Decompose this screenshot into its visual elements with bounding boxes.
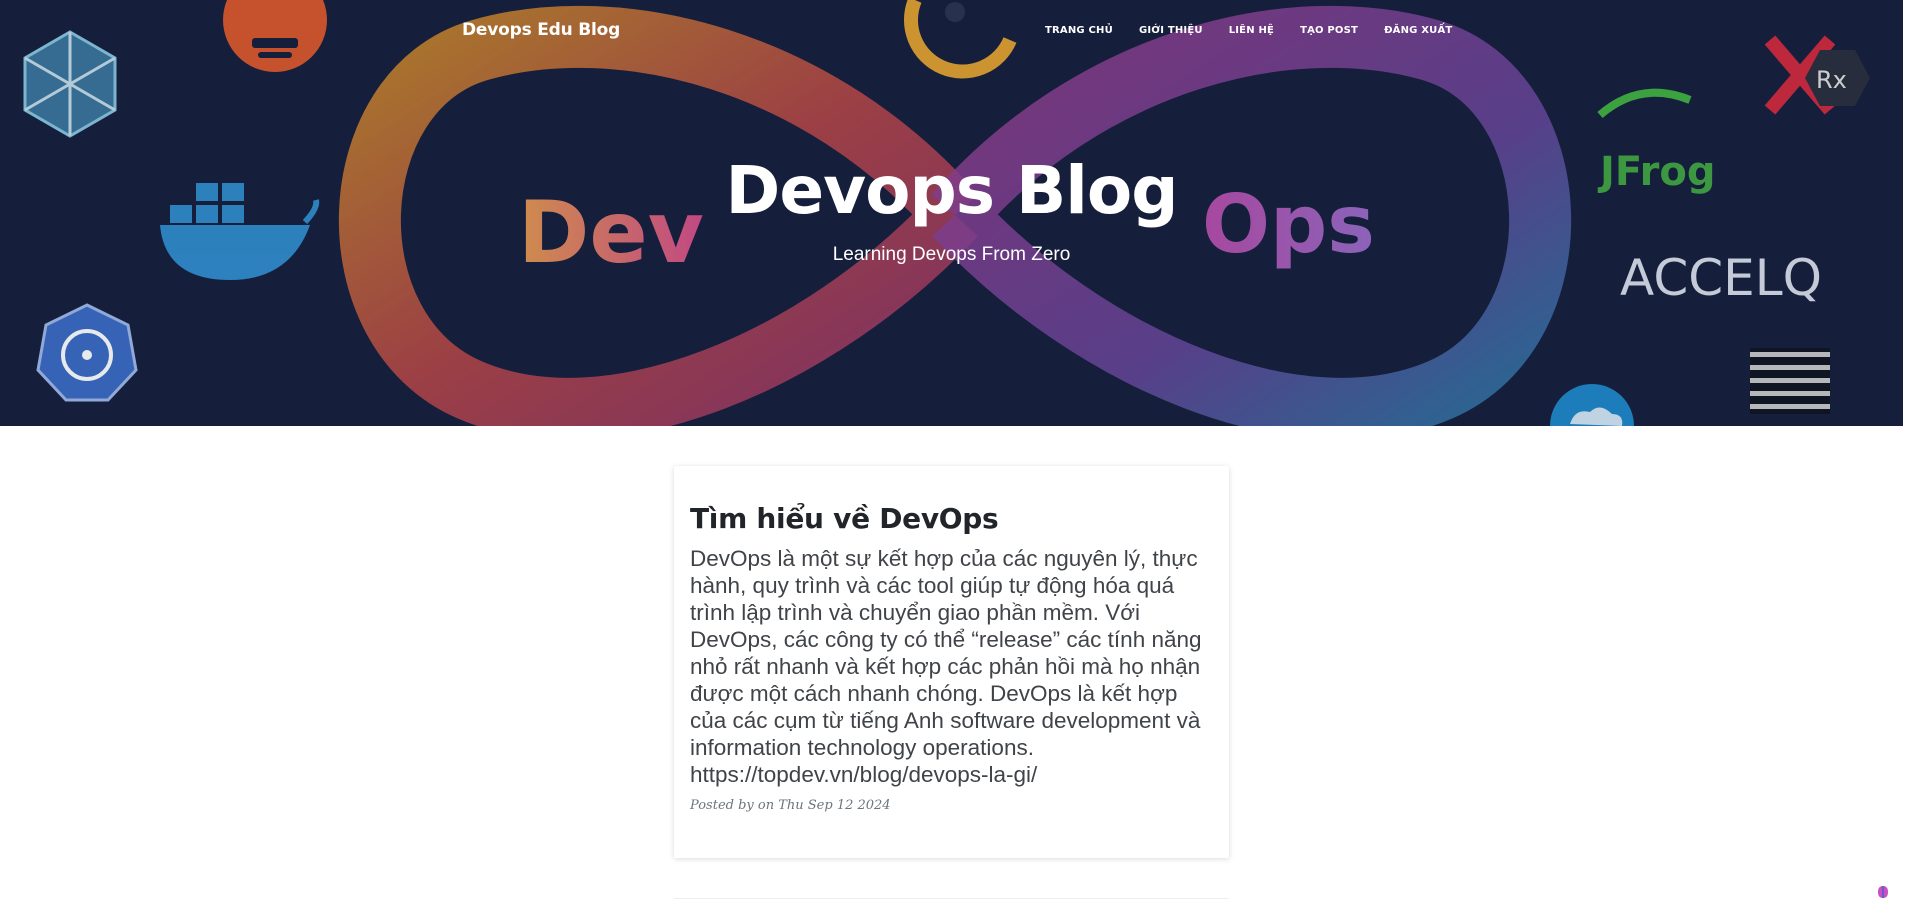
- site-subtitle: Learning Devops From Zero: [832, 244, 1071, 265]
- nav-link-create-post[interactable]: TẠO POST: [1300, 25, 1358, 36]
- top-navbar: Devops Edu Blog TRANG CHỦ GIỚI THIỆU LIÊ…: [0, 0, 1903, 66]
- nav-link-about[interactable]: GIỚI THIỆU: [1139, 25, 1203, 36]
- site-title: Devops Blog: [725, 152, 1179, 229]
- post-meta: Posted by on Thu Sep 12 2024: [690, 798, 891, 813]
- nav-links: TRANG CHỦ GIỚI THIỆU LIÊN HỆ TẠO POST ĐĂ…: [1045, 25, 1478, 36]
- navbar-brand-link[interactable]: Devops Edu Blog: [462, 20, 620, 40]
- next-post-card-edge: [674, 898, 1229, 903]
- nav-link-contact[interactable]: LIÊN HỆ: [1229, 25, 1274, 36]
- post-excerpt: DevOps là một sự kết hợp của các nguyên …: [690, 546, 1202, 787]
- stacked-bars-icon: [1750, 348, 1830, 414]
- nav-link-home[interactable]: TRANG CHỦ: [1045, 25, 1113, 36]
- nav-link-logout[interactable]: ĐĂNG XUẤT: [1384, 25, 1452, 36]
- post-card[interactable]: Tìm hiểu về DevOps DevOps là một sự kết …: [674, 466, 1229, 858]
- svg-text:Rx: Rx: [1816, 66, 1847, 94]
- brain-extension-icon[interactable]: [1872, 881, 1894, 903]
- post-title[interactable]: Tìm hiểu về DevOps: [690, 502, 1210, 535]
- hero-header: Dev Ops JFrog ACCELQ Rx Devops Edu Blog …: [0, 0, 1903, 426]
